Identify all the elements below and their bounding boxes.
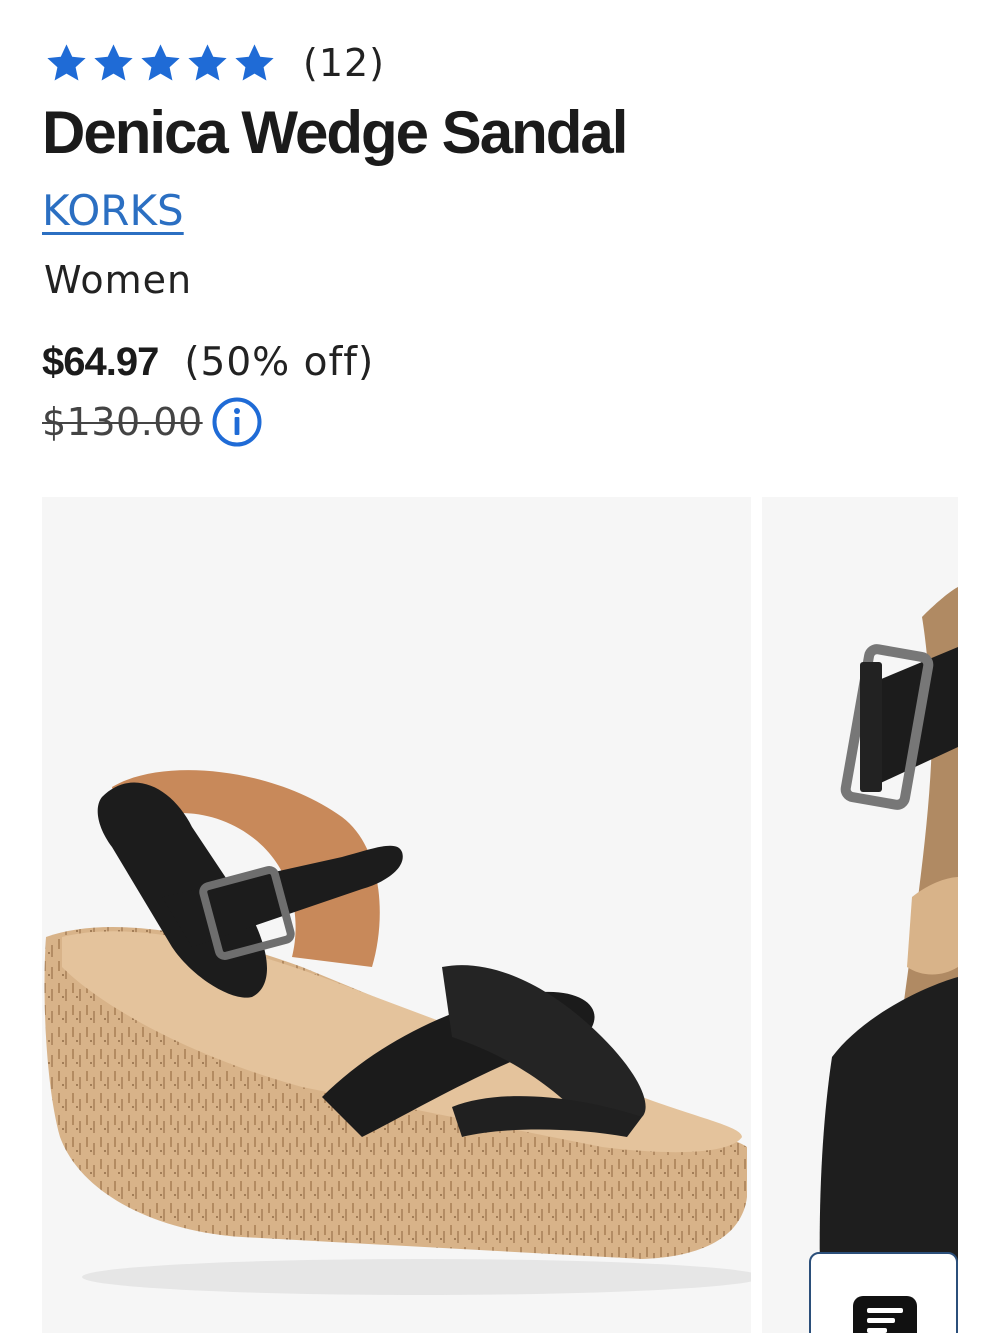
sale-price: $64.97	[42, 340, 159, 384]
product-image-detail[interactable]	[762, 497, 958, 1333]
star-icon	[94, 43, 133, 80]
gender-label: Women	[44, 258, 193, 302]
price-row: $64.97 (50% off)	[42, 340, 374, 385]
sandal-illustration	[44, 770, 751, 1295]
star-icon	[235, 43, 274, 80]
original-price: $130.00	[42, 400, 203, 444]
product-title: Denica Wedge Sandal	[42, 99, 628, 166]
chat-icon	[853, 1296, 917, 1333]
discount-label: (50% off)	[184, 340, 375, 385]
sandal-detail-illustration	[819, 587, 958, 1333]
product-image-main[interactable]	[42, 497, 751, 1333]
star-icon	[141, 43, 180, 80]
brand-link[interactable]: KORKS	[42, 186, 184, 235]
info-icon[interactable]	[211, 396, 263, 448]
review-count[interactable]: (12)	[303, 41, 385, 85]
rating-row[interactable]: (12)	[44, 40, 385, 86]
original-price-row: $130.00	[42, 396, 263, 448]
star-icon	[47, 43, 86, 80]
star-rating	[44, 41, 277, 86]
star-icon	[188, 43, 227, 80]
chat-button[interactable]	[809, 1252, 958, 1333]
